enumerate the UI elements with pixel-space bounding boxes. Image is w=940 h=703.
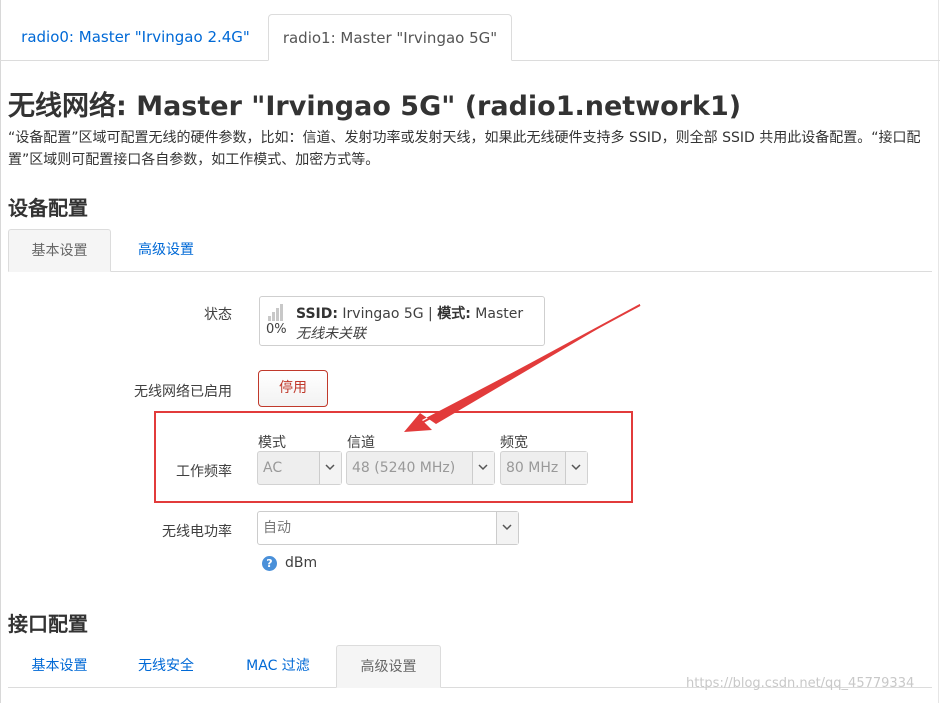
annotation-arrow: [404, 304, 641, 432]
